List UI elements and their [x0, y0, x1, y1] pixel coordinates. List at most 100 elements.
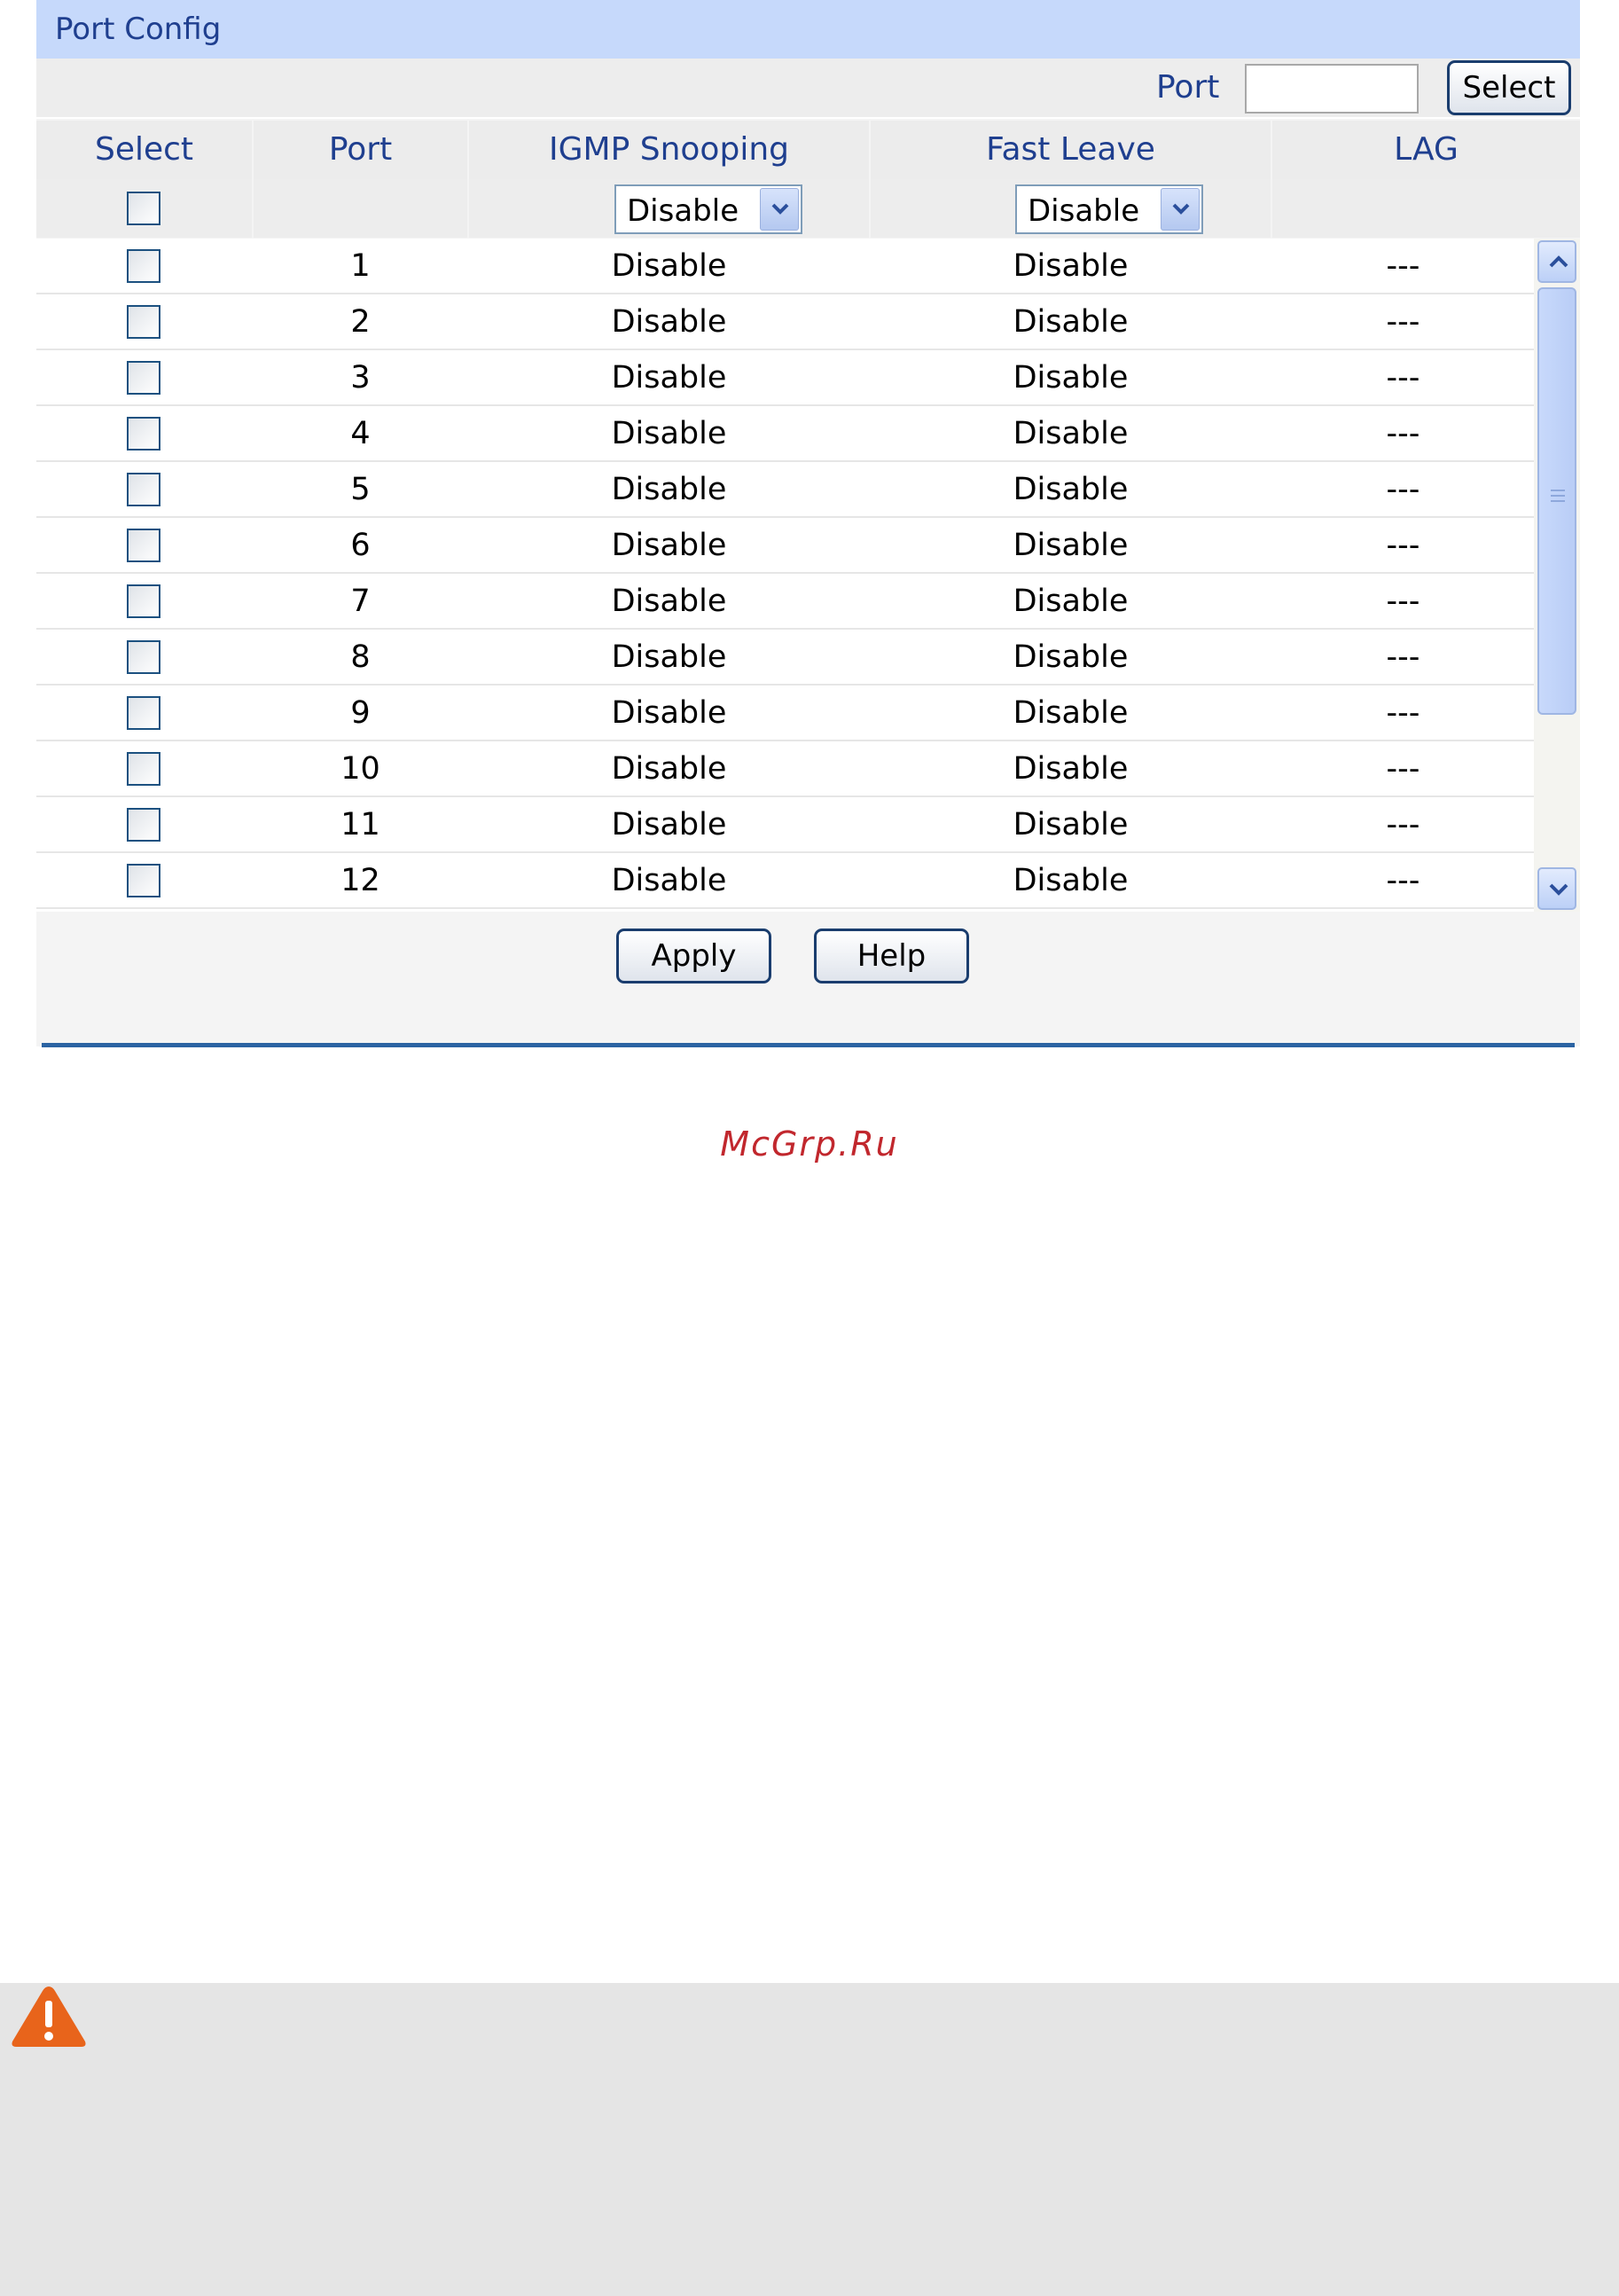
row-checkbox[interactable]	[127, 361, 160, 395]
table-row: 3 Disable Disable ---	[36, 350, 1534, 406]
table-row: 12 Disable Disable ---	[36, 853, 1534, 909]
panel-title: Port Config	[55, 12, 222, 47]
divider-rule	[42, 1043, 1575, 1047]
table-row: 10 Disable Disable ---	[36, 741, 1534, 797]
row-checkbox[interactable]	[127, 584, 160, 618]
column-header-select: Select	[36, 121, 252, 179]
row-lag: ---	[1386, 528, 1420, 563]
row-lag: ---	[1386, 863, 1420, 898]
row-fast-leave: Disable	[1013, 304, 1129, 340]
row-port: 2	[350, 304, 371, 340]
row-port: 9	[350, 695, 371, 731]
row-port: 4	[350, 416, 371, 451]
scrollbar-thumb[interactable]	[1537, 287, 1576, 715]
bulk-fast-leave-select[interactable]: Disable	[1015, 184, 1203, 234]
row-fast-leave: Disable	[1013, 695, 1129, 731]
chevron-down-icon[interactable]	[1161, 188, 1200, 231]
row-port: 10	[340, 751, 380, 787]
row-checkbox[interactable]	[127, 417, 160, 451]
port-select-button[interactable]: Select	[1447, 60, 1571, 115]
row-igmp: Disable	[611, 584, 727, 619]
bulk-igmp-select[interactable]: Disable	[614, 184, 802, 234]
row-lag: ---	[1386, 416, 1420, 451]
bulk-fast-leave-value: Disable	[1028, 193, 1140, 229]
row-igmp: Disable	[611, 304, 727, 340]
row-lag: ---	[1386, 360, 1420, 396]
row-igmp: Disable	[611, 528, 727, 563]
row-port: 5	[350, 472, 371, 507]
watermark: McGrp.Ru	[720, 1124, 899, 1164]
row-checkbox[interactable]	[127, 473, 160, 506]
row-lag: ---	[1386, 472, 1420, 507]
port-filter-row: Port Select	[36, 59, 1580, 119]
port-filter-label: Port	[1156, 69, 1220, 106]
row-igmp: Disable	[611, 807, 727, 842]
chevron-down-icon[interactable]	[760, 188, 799, 231]
grip-icon	[1551, 490, 1565, 507]
row-lag: ---	[1386, 695, 1420, 731]
row-igmp: Disable	[611, 360, 727, 396]
column-header-port: Port	[254, 121, 467, 179]
row-checkbox[interactable]	[127, 752, 160, 786]
row-port: 8	[350, 639, 371, 675]
row-fast-leave: Disable	[1013, 807, 1129, 842]
column-header-fast-leave: Fast Leave	[871, 121, 1271, 179]
row-igmp: Disable	[611, 248, 727, 284]
warning-icon	[9, 1983, 89, 2052]
row-port: 12	[340, 863, 380, 898]
chevron-down-icon[interactable]	[1537, 867, 1576, 910]
row-fast-leave: Disable	[1013, 639, 1129, 675]
row-igmp: Disable	[611, 863, 727, 898]
row-lag: ---	[1386, 807, 1420, 842]
row-checkbox[interactable]	[127, 305, 160, 339]
port-filter-input[interactable]	[1245, 64, 1419, 114]
row-checkbox[interactable]	[127, 529, 160, 562]
row-port: 7	[350, 584, 371, 619]
row-lag: ---	[1386, 248, 1420, 284]
row-igmp: Disable	[611, 472, 727, 507]
table-row: 4 Disable Disable ---	[36, 406, 1534, 462]
column-header-igmp-snooping: IGMP Snooping	[469, 121, 869, 179]
port-rows: 1 Disable Disable --- 2 Disable Disable …	[36, 239, 1580, 912]
table-row: 2 Disable Disable ---	[36, 294, 1534, 350]
table-row: 9 Disable Disable ---	[36, 686, 1534, 741]
row-lag: ---	[1386, 639, 1420, 675]
row-igmp: Disable	[611, 416, 727, 451]
table-header: Select Port IGMP Snooping Fast Leave LAG	[36, 121, 1580, 179]
row-lag: ---	[1386, 584, 1420, 619]
row-igmp: Disable	[611, 695, 727, 731]
row-checkbox[interactable]	[127, 696, 160, 730]
row-fast-leave: Disable	[1013, 751, 1129, 787]
help-button[interactable]: Help	[814, 929, 969, 983]
row-checkbox[interactable]	[127, 864, 160, 897]
table-row: 7 Disable Disable ---	[36, 574, 1534, 630]
bulk-edit-row: Disable Disable	[36, 179, 1580, 238]
row-port: 6	[350, 528, 371, 563]
row-port: 3	[350, 360, 371, 396]
bulk-igmp-value: Disable	[627, 193, 739, 229]
select-all-checkbox[interactable]	[127, 192, 160, 225]
row-fast-leave: Disable	[1013, 360, 1129, 396]
note-box	[0, 1983, 1619, 2296]
chevron-up-icon[interactable]	[1537, 240, 1576, 283]
row-lag: ---	[1386, 304, 1420, 340]
table-scrollbar[interactable]	[1534, 239, 1580, 912]
row-fast-leave: Disable	[1013, 863, 1129, 898]
row-fast-leave: Disable	[1013, 528, 1129, 563]
row-checkbox[interactable]	[127, 249, 160, 283]
row-fast-leave: Disable	[1013, 472, 1129, 507]
row-lag: ---	[1386, 751, 1420, 787]
row-port: 11	[340, 807, 380, 842]
row-checkbox[interactable]	[127, 808, 160, 842]
row-igmp: Disable	[611, 639, 727, 675]
table-row: 5 Disable Disable ---	[36, 462, 1534, 518]
panel-header: Port Config	[36, 0, 1580, 59]
port-config-panel: Port Config Port Select Select Port IGMP…	[36, 0, 1580, 1046]
table-row: 11 Disable Disable ---	[36, 797, 1534, 853]
column-header-lag: LAG	[1272, 121, 1580, 179]
row-checkbox[interactable]	[127, 640, 160, 674]
row-port: 1	[350, 248, 371, 284]
apply-button[interactable]: Apply	[616, 929, 771, 983]
row-igmp: Disable	[611, 751, 727, 787]
row-fast-leave: Disable	[1013, 584, 1129, 619]
